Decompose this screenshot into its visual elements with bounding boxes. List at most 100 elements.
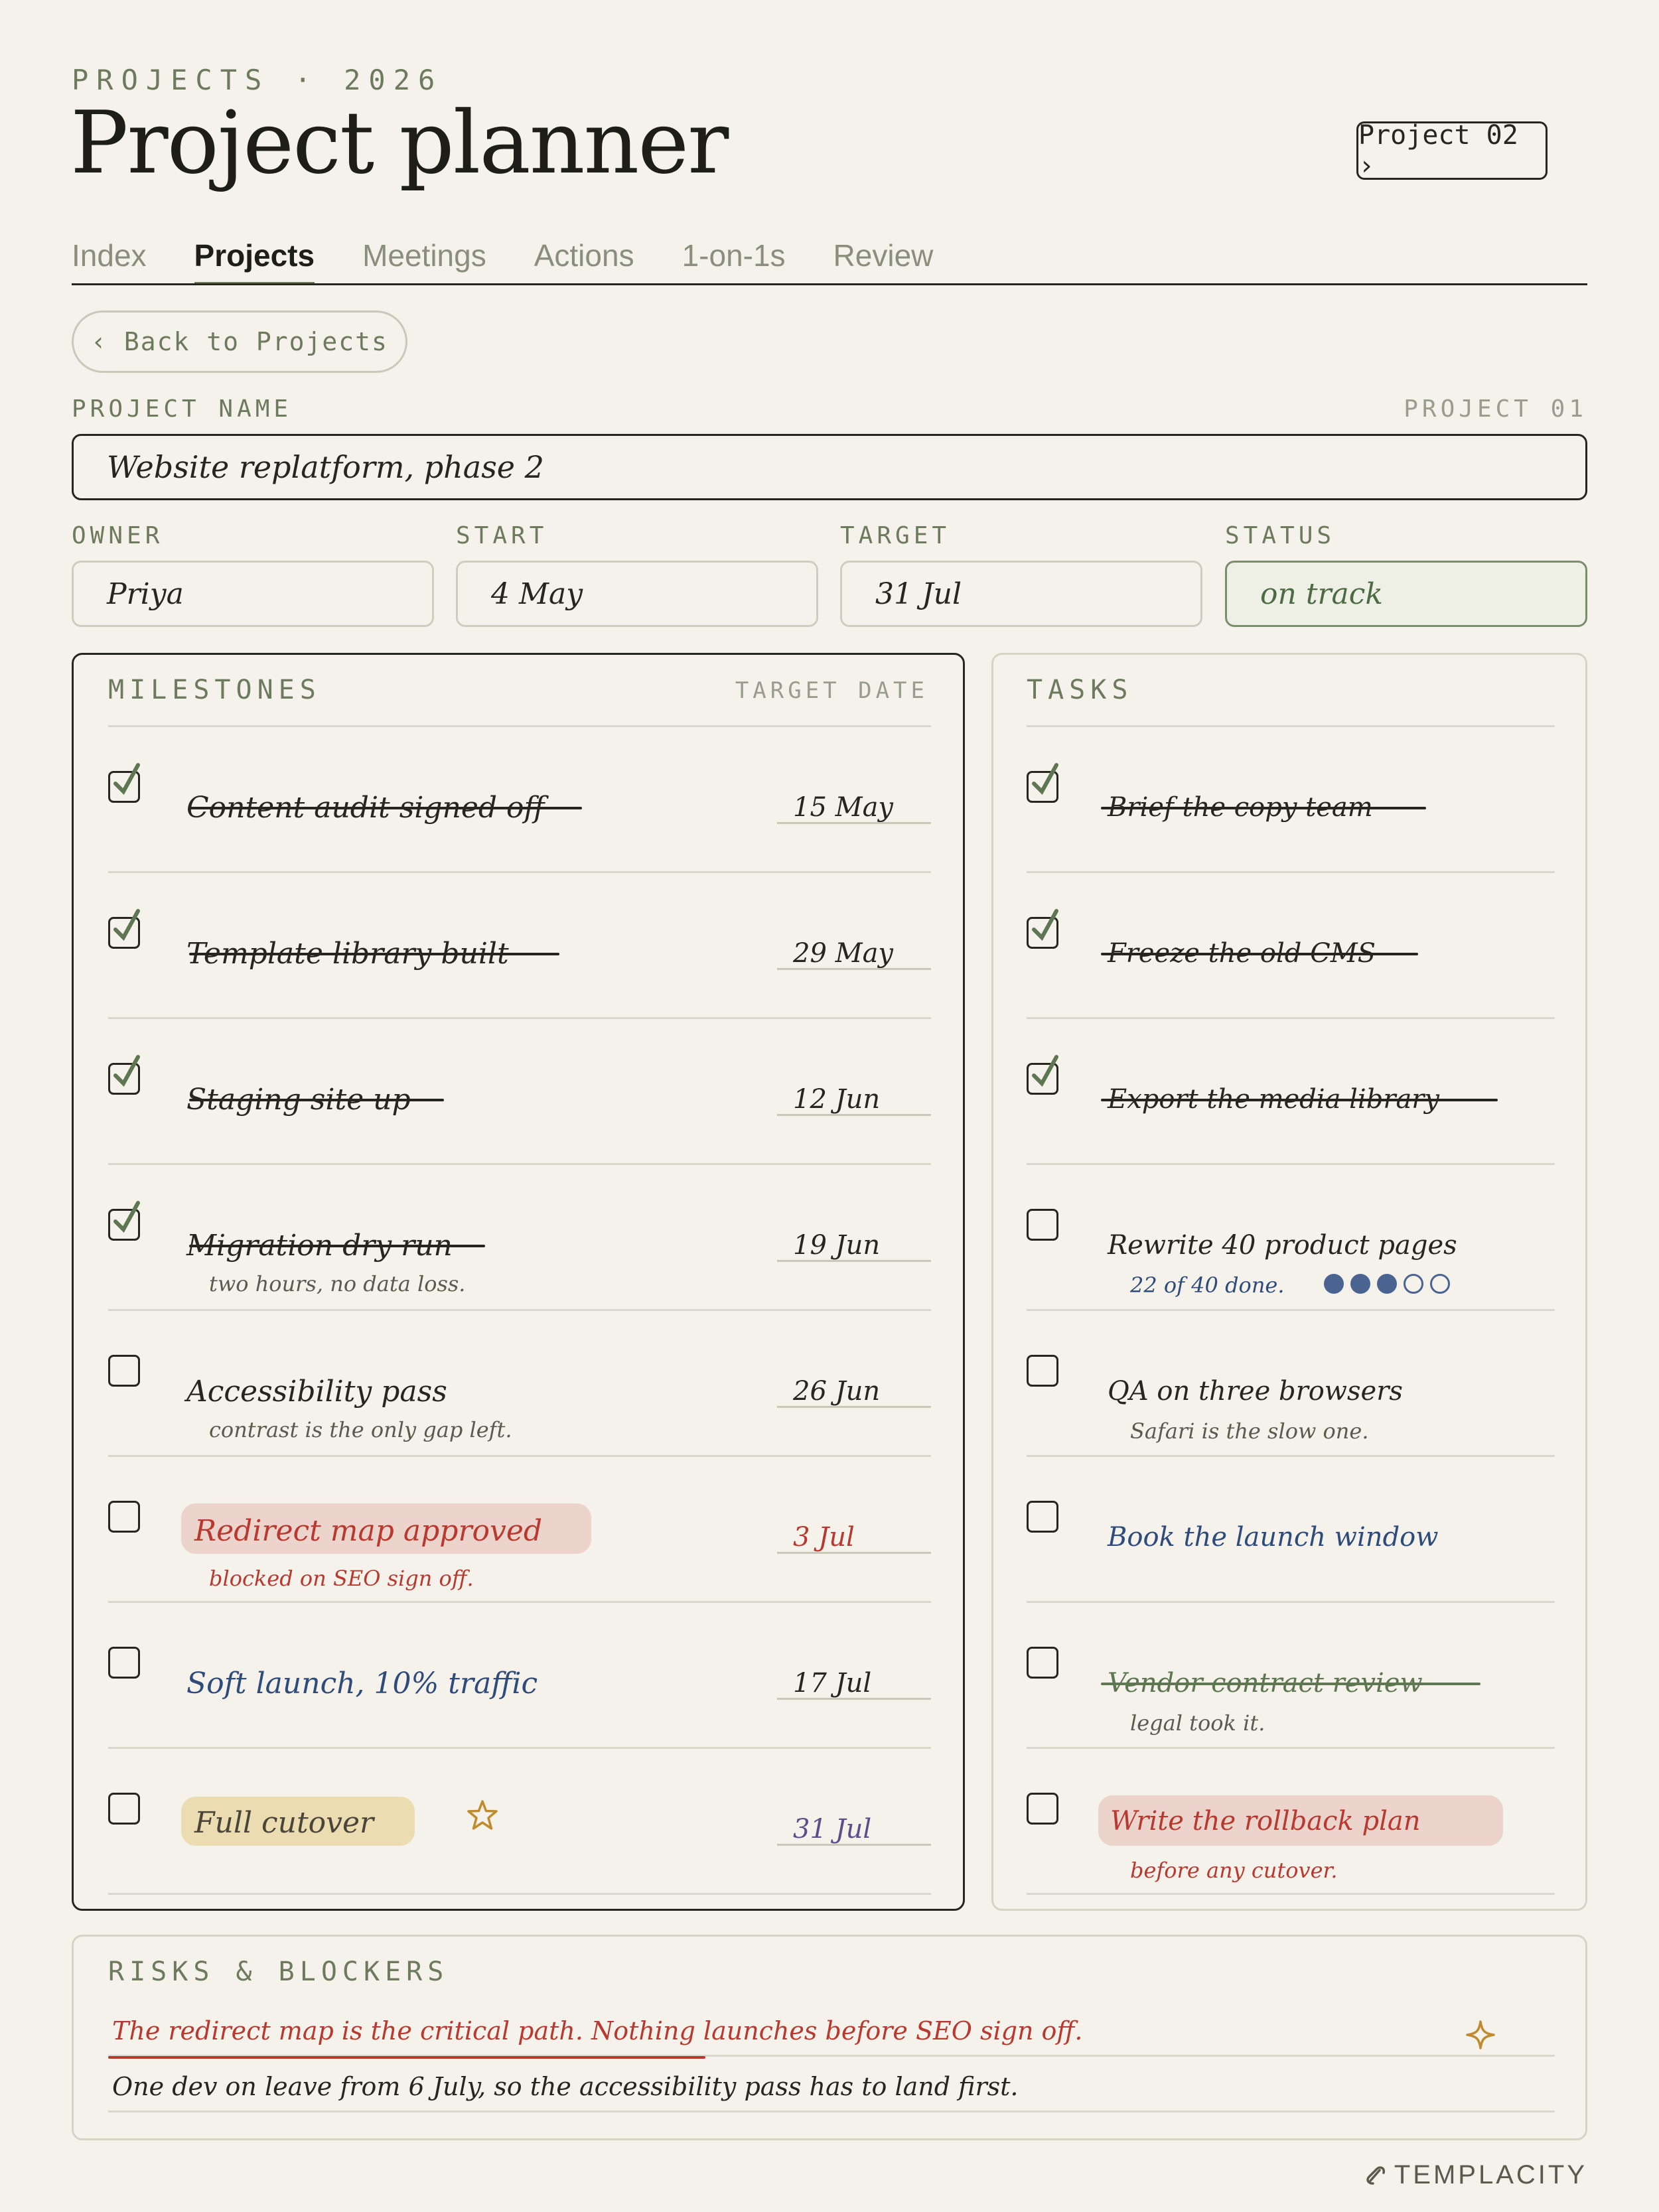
- strike-line: [189, 953, 559, 955]
- task-checkbox[interactable]: [1027, 1501, 1058, 1533]
- milestone-checkbox[interactable]: [108, 1355, 140, 1387]
- task-row: Book the launch window: [1027, 1457, 1555, 1603]
- task-row: Rewrite 40 product pages 22 of 40 done.: [1027, 1165, 1555, 1311]
- strike-line: [1101, 807, 1426, 809]
- tab-review[interactable]: Review: [833, 238, 934, 285]
- owner-field[interactable]: Priya: [72, 561, 434, 627]
- project-name-label: PROJECT NAME: [72, 395, 293, 423]
- strike-line: [1101, 1099, 1498, 1101]
- strike-line: [189, 807, 582, 809]
- check-icon: [1032, 1055, 1058, 1087]
- strike-line: [1101, 1683, 1480, 1685]
- milestone-row: Full cutover 31 Jul: [108, 1749, 931, 1895]
- start-label: START: [456, 522, 548, 549]
- risk-line: One dev on leave from 6 July, so the acc…: [112, 2072, 1019, 2101]
- next-project-button[interactable]: Project 02 ›: [1356, 120, 1548, 181]
- milestone-text: Soft launch, 10% traffic: [186, 1667, 538, 1700]
- milestone-checkbox[interactable]: [108, 1793, 140, 1825]
- milestones-panel: MILESTONES TARGET DATE Content audit sig…: [72, 653, 965, 1911]
- brand: TEMPLACITY: [1364, 2160, 1587, 2190]
- owner-label: OWNER: [72, 522, 164, 549]
- milestone-date[interactable]: 19 Jun: [777, 1230, 931, 1262]
- strike-line: [189, 1099, 444, 1101]
- milestone-checkbox[interactable]: [108, 763, 140, 803]
- progress-dot-filled: [1324, 1274, 1344, 1294]
- tab-index[interactable]: Index: [72, 238, 147, 285]
- milestone-row: Template library built 29 May: [108, 873, 931, 1019]
- tasks-title: TASKS: [1027, 675, 1133, 705]
- milestone-date[interactable]: 29 May: [777, 938, 931, 970]
- check-icon: [113, 909, 140, 941]
- task-row: Brief the copy team: [1027, 727, 1555, 873]
- milestone-checkbox[interactable]: [108, 909, 140, 949]
- tasks-panel: TASKS Brief the copy team Freeze the old…: [991, 653, 1587, 1911]
- check-icon: [1032, 763, 1058, 795]
- risk-line-rule: [108, 2110, 1555, 2112]
- task-row: Write the rollback plan before any cutov…: [1027, 1749, 1555, 1895]
- milestone-row: Migration dry run two hours, no data los…: [108, 1165, 931, 1311]
- risk-underline: [108, 2056, 705, 2059]
- milestone-date[interactable]: 31 Jul: [777, 1814, 931, 1846]
- milestone-checkbox[interactable]: [108, 1201, 140, 1241]
- task-checkbox[interactable]: [1027, 1793, 1058, 1825]
- tab-actions[interactable]: Actions: [534, 238, 634, 285]
- progress-dot-empty: [1430, 1274, 1450, 1294]
- risks-panel: RISKS & BLOCKERS The redirect map is the…: [72, 1935, 1587, 2140]
- star-icon: [467, 1800, 498, 1830]
- milestone-note: blocked on SEO sign off.: [209, 1566, 474, 1591]
- target-label: TARGET: [840, 522, 951, 549]
- eyebrow: PROJECTS · 2026: [72, 64, 443, 96]
- start-field[interactable]: 4 May: [456, 561, 818, 627]
- status-label: STATUS: [1225, 522, 1336, 549]
- check-icon: [113, 1055, 140, 1087]
- strike-line: [1101, 953, 1418, 955]
- task-checkbox[interactable]: [1027, 1647, 1058, 1679]
- task-checkbox[interactable]: [1027, 763, 1058, 803]
- strike-line: [189, 1245, 485, 1247]
- milestone-note: two hours, no data loss.: [209, 1271, 466, 1296]
- task-checkbox[interactable]: [1027, 1355, 1058, 1387]
- milestone-date[interactable]: 26 Jun: [777, 1376, 931, 1408]
- task-checkbox[interactable]: [1027, 909, 1058, 949]
- milestone-row: Accessibility pass contrast is the only …: [108, 1311, 931, 1457]
- task-row: Vendor contract review legal took it.: [1027, 1603, 1555, 1749]
- project-name-field[interactable]: Website replatform, phase 2: [72, 434, 1587, 500]
- milestone-row: Staging site up 12 Jun: [108, 1019, 931, 1165]
- risk-line: The redirect map is the critical path. N…: [112, 2016, 1083, 2045]
- milestone-date[interactable]: 17 Jul: [777, 1668, 931, 1700]
- milestone-checkbox[interactable]: [108, 1647, 140, 1679]
- task-row: QA on three browsers Safari is the slow …: [1027, 1311, 1555, 1457]
- page-title: Project planner: [70, 92, 729, 193]
- check-icon: [113, 1201, 140, 1233]
- tab-1-on-1s[interactable]: 1-on-1s: [682, 238, 786, 285]
- tab-projects[interactable]: Projects: [194, 238, 315, 285]
- milestone-row: Content audit signed off 15 May: [108, 727, 931, 873]
- task-text: Book the launch window: [1108, 1522, 1439, 1553]
- risks-title: RISKS & BLOCKERS: [108, 1957, 449, 1987]
- status-field[interactable]: on track: [1225, 561, 1587, 627]
- target-field[interactable]: 31 Jul: [840, 561, 1202, 627]
- milestone-date[interactable]: 12 Jun: [777, 1084, 931, 1116]
- task-checkbox[interactable]: [1027, 1209, 1058, 1241]
- progress-dot-filled: [1350, 1274, 1370, 1294]
- task-row: Export the media library: [1027, 1019, 1555, 1165]
- milestone-checkbox[interactable]: [108, 1055, 140, 1095]
- target-date-header: TARGET DATE: [735, 677, 928, 704]
- milestone-date[interactable]: 3 Jul: [777, 1522, 931, 1554]
- task-row: Freeze the old CMS: [1027, 873, 1555, 1019]
- back-to-projects-button[interactable]: ‹ Back to Projects: [72, 311, 407, 373]
- task-checkbox[interactable]: [1027, 1055, 1058, 1095]
- milestone-date[interactable]: 15 May: [777, 792, 931, 824]
- tab-bar: Index Projects Meetings Actions 1-on-1s …: [72, 238, 933, 285]
- milestone-note: contrast is the only gap left.: [209, 1417, 512, 1442]
- tab-meetings[interactable]: Meetings: [362, 238, 486, 285]
- tab-divider: [72, 283, 1587, 285]
- project-number-label: PROJECT 01: [1404, 395, 1587, 423]
- brand-logo-icon: [1366, 2166, 1385, 2185]
- task-note: legal took it.: [1130, 1710, 1265, 1736]
- task-text: Rewrite 40 product pages: [1108, 1230, 1457, 1261]
- brand-name: TEMPLACITY: [1394, 2160, 1587, 2189]
- task-text: Write the rollback plan: [1110, 1806, 1421, 1836]
- milestone-text: Accessibility pass: [186, 1375, 447, 1409]
- milestone-checkbox[interactable]: [108, 1501, 140, 1533]
